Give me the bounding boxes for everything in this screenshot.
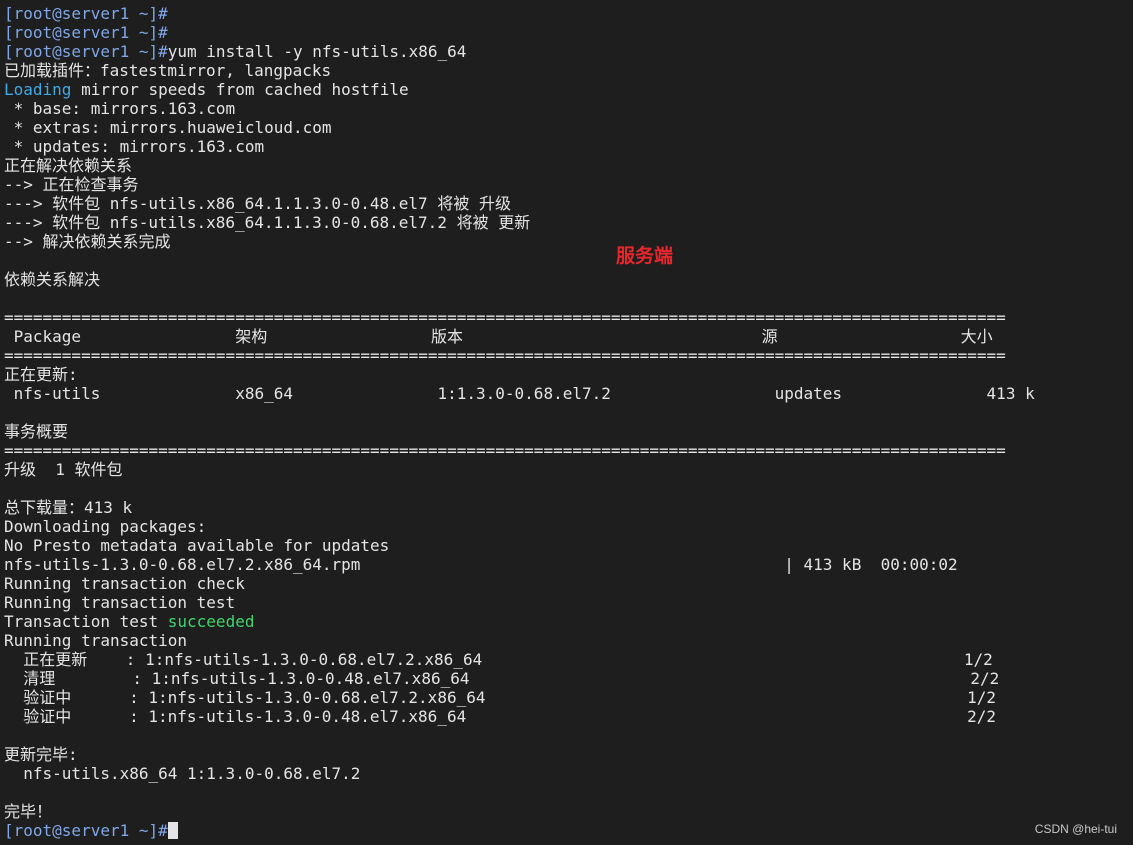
terminal-text: Downloading packages: <box>4 517 207 536</box>
terminal-line: 正在更新 : 1:nfs-utils-1.3.0-0.68.el7.2.x86_… <box>4 650 1129 669</box>
terminal-text: 升级 1 软件包 <box>4 460 123 479</box>
terminal-text: nfs-utils.x86_64 1:1.3.0-0.68.el7.2 <box>4 764 361 783</box>
terminal-line: 更新完毕: <box>4 745 1129 764</box>
terminal-line: --> 解决依赖关系完成 <box>4 232 1129 251</box>
terminal-line: nfs-utils.x86_64 1:1.3.0-0.68.el7.2 <box>4 764 1129 783</box>
terminal-line: Running transaction check <box>4 574 1129 593</box>
terminal-line: ---> 软件包 nfs-utils.x86_64.1.1.3.0-0.48.e… <box>4 194 1129 213</box>
terminal-line: 正在解决依赖关系 <box>4 156 1129 175</box>
csdn-watermark: CSDN @hei-tui <box>1034 822 1117 836</box>
terminal-text: Running transaction check <box>4 574 245 593</box>
terminal-text: * base: mirrors.163.com <box>4 99 236 118</box>
terminal-line: 总下载量：413 k <box>4 498 1129 517</box>
terminal-line: [root@server1 ~]# <box>4 821 1129 840</box>
terminal-line: 清理 : 1:nfs-utils-1.3.0-0.48.el7.x86_64 2… <box>4 669 1129 688</box>
terminal-line: Transaction test succeeded <box>4 612 1129 631</box>
terminal-text: 依赖关系解决 <box>4 270 101 289</box>
terminal-text: 正在更新: <box>4 365 78 384</box>
terminal-text: Package 架构 版本 源 大小 <box>4 327 993 346</box>
terminal-text: Running transaction <box>4 631 188 650</box>
shell-prompt: [root@server1 ~]# <box>4 42 168 61</box>
terminal-line: Running transaction test <box>4 593 1129 612</box>
terminal-text: 总下载量：413 k <box>4 498 133 517</box>
terminal-text: 清理 : 1:nfs-utils-1.3.0-0.48.el7.x86_64 2… <box>4 669 1000 688</box>
terminal-text: 正在更新 : 1:nfs-utils-1.3.0-0.68.el7.2.x86_… <box>4 650 993 669</box>
terminal-text: nfs-utils-1.3.0-0.68.el7.2.x86_64.rpm | … <box>4 555 958 574</box>
terminal-text: nfs-utils x86_64 1:1.3.0-0.68.el7.2 upda… <box>4 384 1035 403</box>
terminal-line: 验证中 : 1:nfs-utils-1.3.0-0.68.el7.2.x86_6… <box>4 688 1129 707</box>
terminal-line: 依赖关系解决 <box>4 270 1129 289</box>
terminal-text: 事务概要 <box>4 422 69 441</box>
terminal-text: ---> 软件包 nfs-utils.x86_64.1.1.3.0-0.48.e… <box>4 194 511 213</box>
terminal-text: * extras: mirrors.huaweicloud.com <box>4 118 332 137</box>
terminal-line: * extras: mirrors.huaweicloud.com <box>4 118 1129 137</box>
terminal-line: ========================================… <box>4 308 1129 327</box>
terminal-text: ---> 软件包 nfs-utils.x86_64.1.1.3.0-0.68.e… <box>4 213 531 232</box>
terminal-text: 完毕！ <box>4 802 53 821</box>
terminal-text: 验证中 : 1:nfs-utils-1.3.0-0.48.el7.x86_64 … <box>4 707 997 726</box>
terminal-text: yum install -y nfs-utils.x86_64 <box>167 42 467 61</box>
terminal-text: 正在解决依赖关系 <box>4 156 133 175</box>
terminal-line: 已加载插件：fastestmirror, langpacks <box>4 61 1129 80</box>
terminal-output[interactable]: [root@server1 ~]# [root@server1 ~]# [root@… <box>4 4 1129 840</box>
terminal-text: 更新完毕: <box>4 745 78 764</box>
terminal-line: * base: mirrors.163.com <box>4 99 1129 118</box>
terminal-text: ========================================… <box>4 441 1006 460</box>
terminal-text: Transaction test <box>4 612 168 631</box>
terminal-line: Loading mirror speeds from cached hostfi… <box>4 80 1129 99</box>
server-side-annotation: 服务端 <box>616 245 674 267</box>
shell-prompt: [root@server1 ~]# <box>4 4 168 23</box>
terminal-line: 完毕！ <box>4 802 1129 821</box>
terminal-line: [root@server1 ~]# <box>4 23 1129 42</box>
terminal-line: * updates: mirrors.163.com <box>4 137 1129 156</box>
terminal-text: --> 正在检查事务 <box>4 175 139 194</box>
terminal-text: ========================================… <box>4 308 1006 327</box>
terminal-text: Running transaction test <box>4 593 236 612</box>
terminal-text: 验证中 : 1:nfs-utils-1.3.0-0.68.el7.2.x86_6… <box>4 688 997 707</box>
terminal-text: mirror speeds from cached hostfile <box>71 80 409 99</box>
terminal-text: * updates: mirrors.163.com <box>4 137 265 156</box>
terminal-line: Downloading packages: <box>4 517 1129 536</box>
terminal-line: Running transaction <box>4 631 1129 650</box>
terminal-text: No Presto metadata available for updates <box>4 536 390 555</box>
terminal-line: No Presto metadata available for updates <box>4 536 1129 555</box>
terminal-line: nfs-utils-1.3.0-0.68.el7.2.x86_64.rpm | … <box>4 555 1129 574</box>
terminal-line: Package 架构 版本 源 大小 <box>4 327 1129 346</box>
terminal-line: 事务概要 <box>4 422 1129 441</box>
terminal-line: ---> 软件包 nfs-utils.x86_64.1.1.3.0-0.68.e… <box>4 213 1129 232</box>
terminal-text: --> 解决依赖关系完成 <box>4 232 171 251</box>
terminal-line: 正在更新: <box>4 365 1129 384</box>
loading-status: Loading <box>4 80 72 99</box>
success-status: succeeded <box>167 612 255 631</box>
terminal-line: --> 正在检查事务 <box>4 175 1129 194</box>
terminal-line: 升级 1 软件包 <box>4 460 1129 479</box>
terminal-text: 已加载插件：fastestmirror, langpacks <box>4 61 332 80</box>
terminal-line: [root@server1 ~]# <box>4 4 1129 23</box>
terminal-line: 验证中 : 1:nfs-utils-1.3.0-0.48.el7.x86_64 … <box>4 707 1129 726</box>
shell-prompt: [root@server1 ~]# <box>4 23 168 42</box>
terminal-text: ========================================… <box>4 346 1006 365</box>
terminal-line: [root@server1 ~]#yum install -y nfs-util… <box>4 42 1129 61</box>
terminal-line: nfs-utils x86_64 1:1.3.0-0.68.el7.2 upda… <box>4 384 1129 403</box>
terminal-cursor[interactable] <box>167 822 178 839</box>
terminal-line: ========================================… <box>4 346 1129 365</box>
terminal-line: ========================================… <box>4 441 1129 460</box>
shell-prompt: [root@server1 ~]# <box>4 821 168 840</box>
